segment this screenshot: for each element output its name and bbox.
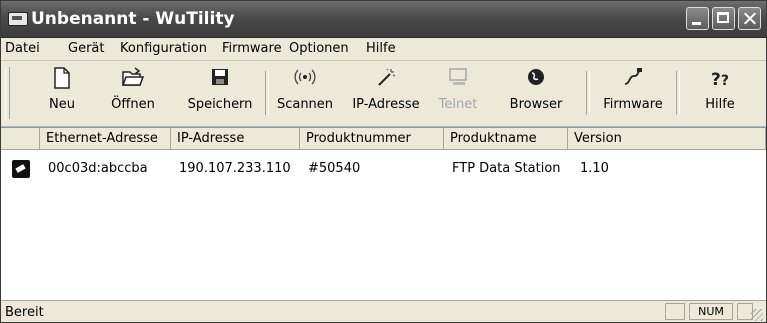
minimize-button[interactable]: [686, 7, 709, 30]
toolbar-separator: [265, 71, 269, 115]
status-text: Bereit: [5, 305, 44, 320]
menu-datei[interactable]: Datei: [5, 41, 40, 56]
browser-button[interactable]: Browser: [504, 61, 568, 126]
toolbar-separator: [676, 71, 680, 115]
new-button[interactable]: Neu: [41, 61, 83, 126]
menu-firmware[interactable]: Firmware: [222, 41, 282, 56]
maximize-button[interactable]: [712, 7, 735, 30]
cell-ethernet[interactable]: 00c03d:abccba: [48, 161, 148, 176]
help-icon: ??: [711, 70, 729, 90]
main-window: Unbenannt - WuTility Datei Gerät Konfigu…: [0, 0, 767, 323]
column-header-version[interactable]: Version: [568, 128, 766, 150]
column-header-product-number[interactable]: Produktnummer: [300, 128, 444, 150]
help-button[interactable]: ?? Hilfe: [696, 61, 744, 126]
firmware-button[interactable]: Firmware: [597, 61, 669, 126]
floppy-disk-icon: [182, 67, 258, 93]
close-button[interactable]: [738, 7, 761, 30]
column-header-product-name[interactable]: Produktname: [444, 128, 568, 150]
column-header-ip[interactable]: IP-Adresse: [171, 128, 300, 150]
open-button[interactable]: Öffnen: [104, 61, 162, 126]
cable-plug-icon: [597, 67, 669, 93]
cell-product-name[interactable]: FTP Data Station: [452, 161, 561, 176]
menu-bar: Datei Gerät Konfiguration Firmware Optio…: [1, 38, 766, 61]
toolbar-separator: [586, 71, 590, 115]
device-icon[interactable]: [12, 160, 30, 178]
status-panel: [665, 303, 685, 320]
menu-konfiguration[interactable]: Konfiguration: [120, 41, 207, 56]
column-header-icon[interactable]: [1, 128, 40, 150]
toolbar-grip[interactable]: [5, 67, 10, 119]
toolbar: Neu Öffnen Speichern Scannen IP-Adresse …: [1, 61, 766, 127]
telnet-button[interactable]: Telnet: [435, 61, 481, 126]
cell-version[interactable]: 1.10: [580, 161, 609, 176]
window-title: Unbenannt - WuTility: [31, 9, 235, 29]
cell-ip[interactable]: 190.107.233.110: [179, 161, 291, 176]
cell-product-number[interactable]: #50540: [308, 161, 360, 176]
ip-address-button[interactable]: IP-Adresse: [345, 61, 427, 126]
num-lock-indicator: NUM: [689, 303, 733, 320]
device-list[interactable]: Ethernet-Adresse IP-Adresse Produktnumme…: [1, 127, 766, 300]
menu-optionen[interactable]: Optionen: [289, 41, 349, 56]
globe-icon: [504, 67, 568, 93]
column-header-ethernet[interactable]: Ethernet-Adresse: [40, 128, 171, 150]
folder-open-icon: [104, 67, 162, 93]
menu-hilfe[interactable]: Hilfe: [366, 41, 396, 56]
app-icon[interactable]: [8, 12, 28, 26]
antenna-icon: [273, 67, 337, 93]
resize-grip[interactable]: [751, 309, 763, 321]
status-bar: Bereit NUM: [1, 300, 766, 322]
title-bar[interactable]: Unbenannt - WuTility: [1, 1, 766, 38]
page-icon: [41, 67, 83, 93]
scan-button[interactable]: Scannen: [273, 61, 337, 126]
menu-geraet[interactable]: Gerät: [68, 41, 104, 56]
save-button[interactable]: Speichern: [182, 61, 258, 126]
magic-wand-icon: [345, 67, 427, 93]
terminal-icon: [435, 67, 481, 93]
